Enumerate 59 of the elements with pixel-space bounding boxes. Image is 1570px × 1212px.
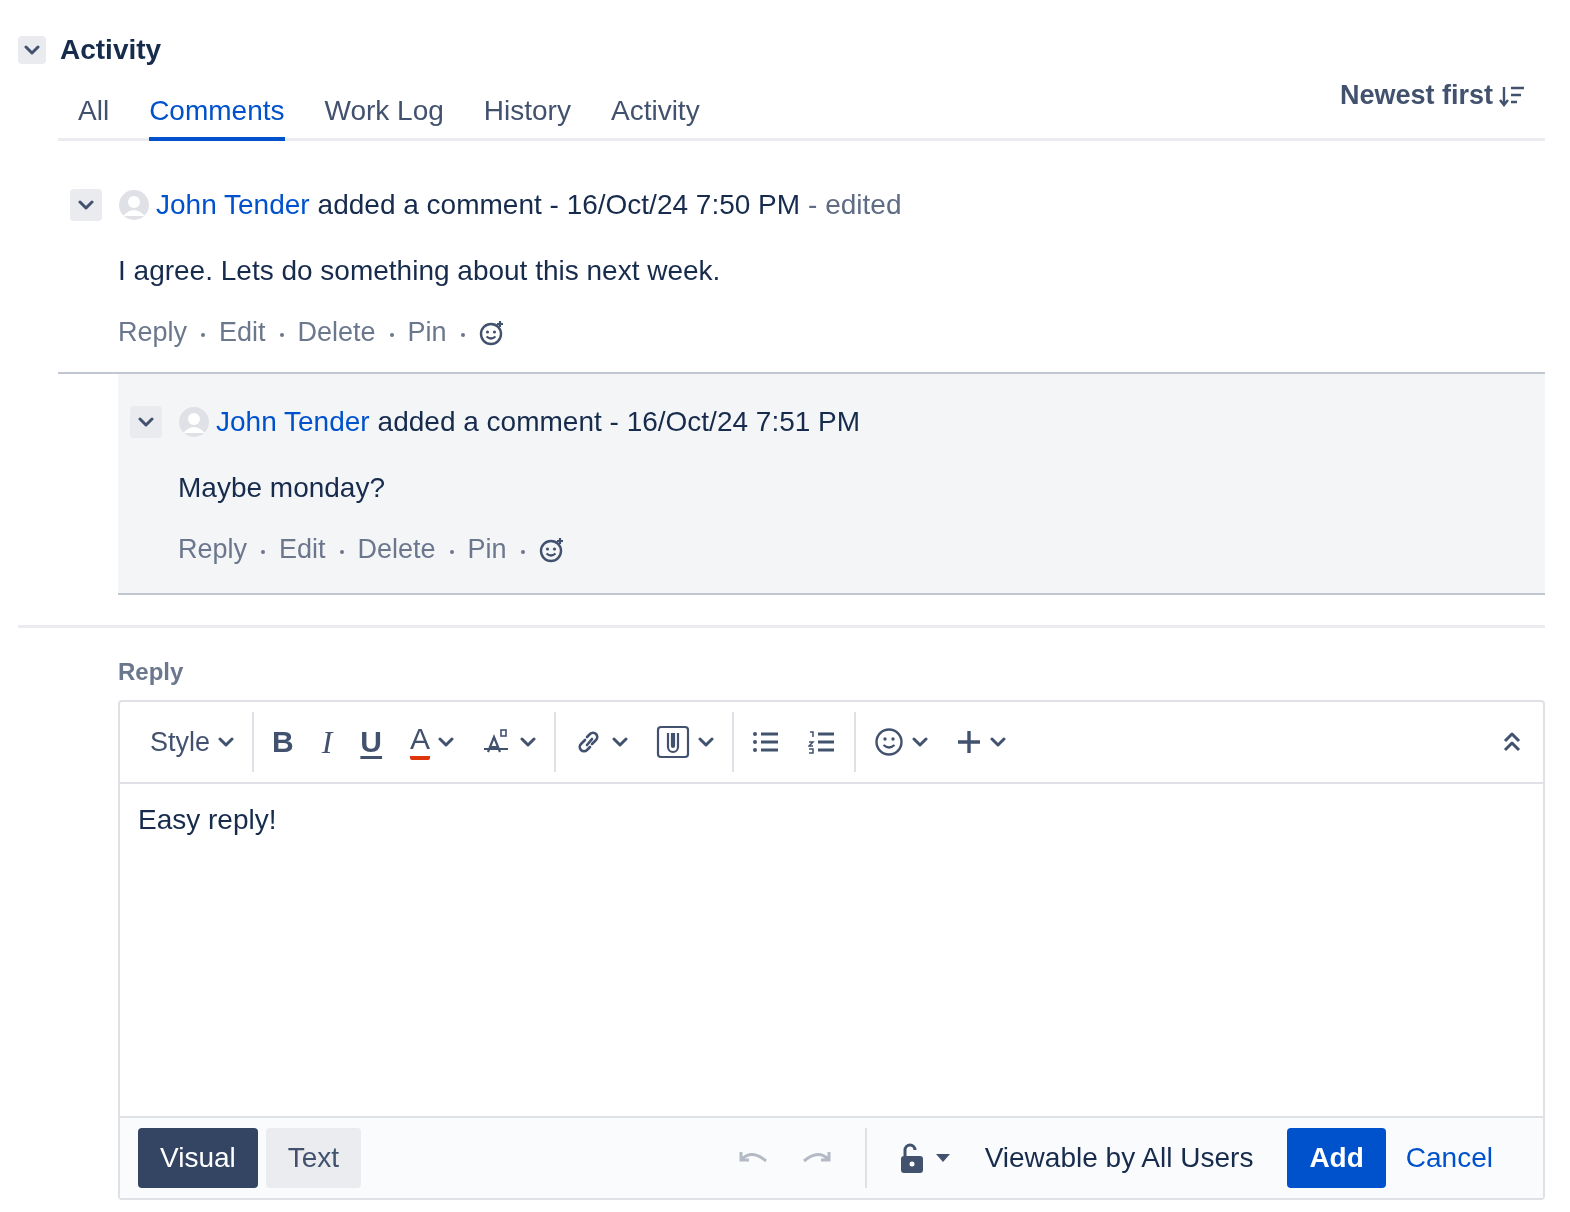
reply-label: Reply [118,658,185,686]
caret-icon [218,737,235,747]
smiley-icon [874,727,905,757]
action-link[interactable]: Reply [118,317,188,348]
edited-label: - edited [808,189,902,221]
add-reaction-icon[interactable] [538,536,565,563]
bullet-list-icon [752,730,781,754]
numbered-list-icon [808,729,837,755]
add-reaction-icon[interactable] [478,319,505,346]
collapse-button[interactable] [70,189,102,221]
add-button[interactable]: Add [1287,1128,1386,1188]
mode-tab[interactable]: Text [265,1128,362,1188]
tab[interactable]: Activity [610,95,700,141]
mode-tab[interactable]: Visual [138,1128,258,1188]
caret-icon [612,737,629,747]
chevron-icon [24,45,40,55]
text-color-button[interactable]: A [396,717,469,767]
tab[interactable]: Work Log [324,95,444,141]
section-title: Activity [60,34,162,66]
author-link[interactable]: John Tender [156,189,310,221]
action-link[interactable]: Edit [219,317,266,348]
collapse-button[interactable] [18,36,46,64]
comment-meta: added a comment - 16/Oct/24 7:51 PM [377,406,861,438]
tab[interactable]: History [483,95,571,141]
avatar-icon [118,189,150,221]
caret-icon [520,737,537,747]
visibility-label: Viewable by All Users [984,1142,1254,1174]
cancel-link[interactable]: Cancel [1393,1142,1505,1174]
caret-icon [698,737,715,747]
sort-button[interactable]: Newest first [1339,80,1525,111]
style-dropdown[interactable]: Style [136,717,249,767]
paperclip-icon [656,725,691,759]
underline-button[interactable]: U [346,717,397,767]
caret-icon [990,737,1007,747]
action-link[interactable]: Pin [467,534,507,565]
dropdown-caret-icon[interactable] [934,1153,951,1163]
double-chevron-up-icon [1503,731,1521,753]
plus-icon [956,729,983,755]
action-link[interactable]: Delete [297,317,376,348]
collapse-button[interactable] [130,406,162,438]
caret-icon [912,737,929,747]
bold-button[interactable]: B [258,717,308,767]
action-link[interactable]: Delete [357,534,436,565]
tab[interactable]: All [78,95,110,141]
reply-editor[interactable]: Style B I U A Easy reply! Visual Text Viewable by All Users Add Cancel [118,700,1545,1200]
action-link[interactable]: Reply [178,534,248,565]
tab[interactable]: Comments [149,95,285,141]
unlocked-padlock-icon[interactable] [898,1142,925,1174]
comment-text: I agree. Lets do something about this next week. [118,255,722,287]
author-link[interactable]: John Tender [216,406,370,438]
chevron-icon [78,200,94,210]
comment-text: Maybe monday? [178,472,386,504]
action-link[interactable]: Edit [279,534,326,565]
chevron-icon [138,417,154,427]
avatar-icon [178,406,210,438]
italic-button[interactable]: I [307,717,347,767]
action-link[interactable]: Pin [407,317,447,348]
comment-meta: added a comment - 16/Oct/24 7:50 PM [317,189,801,221]
caret-icon [438,737,455,747]
